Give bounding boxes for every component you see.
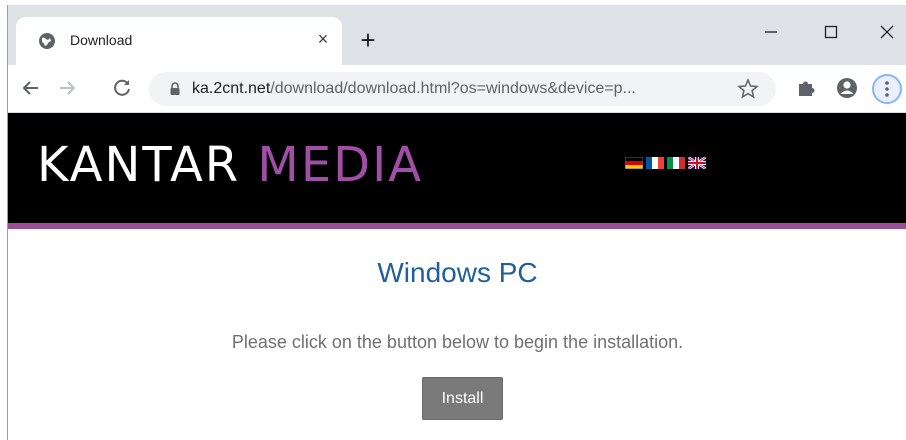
arrow-left-icon [22,81,38,95]
reload-icon [114,79,130,96]
minimize-icon [765,31,777,33]
url-host: ka.2cnt.net [192,80,271,97]
uk-flag[interactable] [688,157,706,169]
logo-part-media: MEDIA [257,137,424,193]
puzzle-icon [799,81,815,96]
reload-button[interactable] [107,73,137,103]
more-vertical-icon [885,81,889,97]
maximize-icon [824,25,838,39]
italian-flag[interactable] [667,157,685,169]
tab-close-button[interactable]: × [313,29,333,49]
tab-title: Download [70,32,133,48]
account-icon [837,78,857,98]
install-button[interactable]: Install [422,377,503,420]
minimize-button[interactable] [756,19,786,49]
screenshot-frame: Download × + ka.2cnt.net/download/downlo… [0,0,906,440]
kantar-media-logo[interactable]: KANTAR MEDIA [37,135,423,195]
new-tab-button[interactable]: + [354,27,382,55]
maximize-button[interactable] [816,19,846,49]
french-flag[interactable] [646,157,664,169]
tab-strip: Download × + [8,5,906,65]
browser-window: Download × + ka.2cnt.net/download/downlo… [7,5,906,440]
tab-download[interactable]: Download × [16,17,342,65]
url-path: /download/download.html?os=windows&devic… [270,80,636,97]
logo-part-kantar: KANTAR [37,137,241,193]
install-instructions: Please click on the button below to begi… [231,332,684,352]
globe-icon [39,33,55,49]
lock-icon[interactable] [169,81,181,97]
menu-button[interactable] [872,74,902,104]
url-text[interactable]: ka.2cnt.net/download/download.html?os=wi… [192,80,636,98]
extensions-button[interactable] [791,73,821,103]
arrow-right-icon [60,81,76,95]
address-bar[interactable]: ka.2cnt.net/download/download.html?os=wi… [149,72,776,106]
page-content: KANTAR MEDIA Windows PC Please click on … [8,113,906,440]
forward-button[interactable] [52,73,82,103]
star-icon[interactable] [737,78,759,100]
language-flags [625,157,706,169]
browser-toolbar: ka.2cnt.net/download/download.html?os=wi… [8,65,906,113]
window-close-button[interactable] [872,19,902,49]
site-header: KANTAR MEDIA [8,113,906,223]
back-button[interactable] [16,73,46,103]
header-accent-stripe [8,223,906,229]
profile-button[interactable] [832,73,862,103]
german-flag[interactable] [625,157,643,169]
page-title: Windows PC [377,257,538,288]
close-icon [880,25,894,39]
